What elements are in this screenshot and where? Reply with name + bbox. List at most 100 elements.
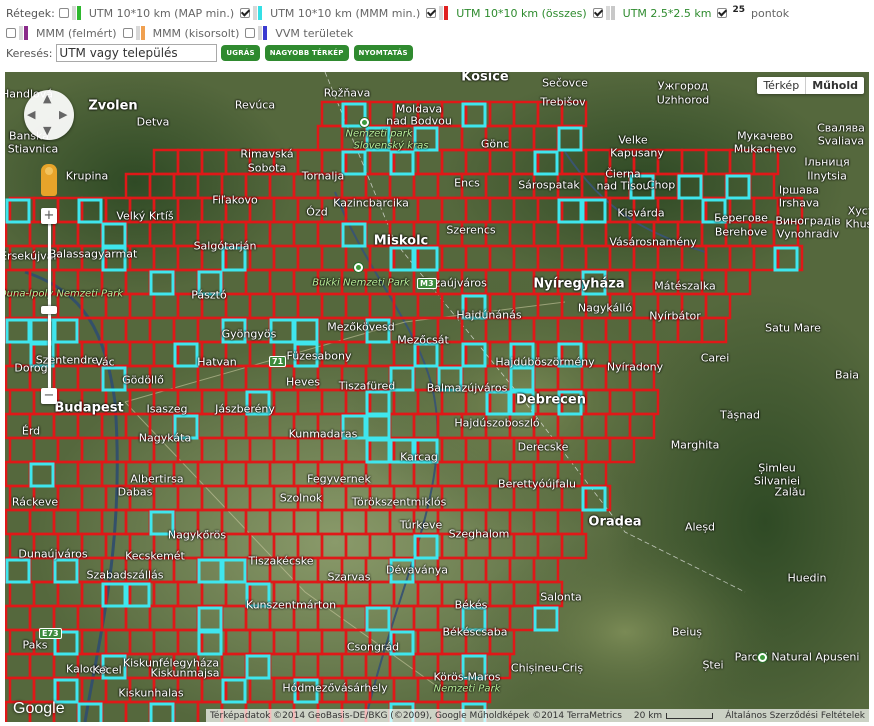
place-label: Zvolen (88, 98, 138, 114)
place-label: Marghita (670, 438, 720, 452)
place-label: Törökszentmiklós (351, 495, 447, 509)
place-label: Kazincbarcika (333, 196, 409, 210)
place-label: Carei (700, 351, 730, 365)
place-label: Košice (461, 72, 509, 85)
place-label: Rožňava (323, 86, 371, 100)
layer-swatch-utm-map (71, 6, 84, 20)
place-label: Szarvas (327, 570, 371, 584)
map-type-map-button[interactable]: Térkép (757, 77, 805, 94)
print-button[interactable]: NYOMTATÁS (353, 45, 413, 61)
layer-checkbox-utm-mmm[interactable] (240, 8, 251, 18)
zoom-out-button[interactable]: − (41, 388, 57, 404)
layer-controls: Rétegek: UTM 10*10 km (MAP min.) UTM 10*… (0, 0, 874, 70)
place-label: Mezőkövesd (327, 320, 395, 334)
layers-label: Rétegek: (6, 6, 55, 20)
place-label: Nagykálló (577, 301, 633, 315)
pan-up-icon[interactable]: ▲ (43, 92, 51, 105)
place-label: Miskolc (373, 233, 429, 249)
place-label: Szeghalom (448, 527, 510, 541)
place-label: Satu Mare (765, 321, 821, 335)
zoom-slider-handle[interactable] (41, 306, 57, 314)
map-type-satellite-button[interactable]: Műhold (805, 77, 864, 94)
place-label: Oradea (588, 514, 642, 530)
place-label: Dunaújváros (18, 547, 88, 561)
layer-checkbox-mmm-drawn[interactable] (122, 28, 133, 38)
layer-checkbox-utm-map[interactable] (58, 8, 69, 18)
jump-button[interactable]: UGRÁS (221, 45, 260, 61)
place-label: Мукачево (737, 129, 793, 143)
place-label: Balmazújváros (426, 381, 508, 395)
place-label: Debrecen (516, 392, 586, 408)
place-label: Berehove (714, 225, 768, 239)
place-label: nad Tisou (596, 179, 650, 193)
place-label: Salonta (540, 590, 582, 604)
scale-bar (666, 712, 714, 719)
place-label: Hatvan (197, 355, 237, 369)
place-label: Nyíregyháza (533, 276, 625, 292)
place-label: Хуст (847, 204, 869, 218)
place-label: Hódmezővásárhely (282, 681, 388, 695)
park-pin-icon[interactable] (353, 262, 364, 273)
terms-link[interactable]: Általános Szerződési Feltételek (725, 711, 865, 721)
layer-swatch-utm-all (439, 6, 451, 20)
map-terrain (5, 72, 869, 722)
map-canvas[interactable]: Košice Zvolen Rožňava Sečovce Ужгород Uzhhoro… (5, 72, 869, 722)
place-label: Sobota (247, 161, 287, 175)
search-row: Keresés: UGRÁS NAGYOBB TÉRKÉP NYOMTATÁS (6, 44, 418, 62)
place-label: Körös-Maros (433, 670, 501, 684)
layer-checkbox-mmm-surveyed[interactable] (6, 28, 16, 38)
place-label: Irshava (778, 196, 820, 210)
place-label: Mátészalka (654, 279, 716, 293)
place-label: Nyíradony (606, 360, 664, 374)
pan-down-icon[interactable]: ▼ (43, 124, 51, 137)
place-label: Ráckeve (11, 495, 59, 509)
map-type-control: Térkép Műhold (757, 77, 864, 94)
park-pin-icon[interactable] (757, 652, 768, 663)
place-label: Kecel (92, 663, 122, 677)
pan-right-icon[interactable]: ▶ (59, 108, 67, 121)
place-label: Slovenský kras (353, 140, 429, 152)
place-label: Nemzeti park (345, 128, 413, 140)
pan-left-icon[interactable]: ◀ (27, 108, 35, 121)
pegman-icon[interactable] (41, 164, 57, 196)
place-label: Nemzeti Park (433, 683, 501, 695)
road-shield-m3: M3 (417, 278, 437, 289)
place-label: Aleșd (684, 520, 716, 534)
layer-checkbox-vvm[interactable] (245, 28, 256, 38)
zoom-in-button[interactable]: + (41, 208, 57, 224)
place-label: Pásztó (191, 288, 227, 302)
place-label: Parcul Natural Apuseni (734, 650, 860, 664)
layer-checkbox-utm-all[interactable] (426, 8, 437, 18)
place-label: Tiszakécske (248, 554, 314, 568)
search-input[interactable] (56, 44, 218, 62)
place-label: Kiskunhalas (118, 686, 184, 700)
layer-checkbox-utm-25[interactable] (592, 8, 603, 18)
bigger-map-button[interactable]: NAGYOBB TÉRKÉP (264, 45, 349, 61)
place-label: Duna-Ipoly Nemzeti Park (5, 288, 124, 300)
layer-label-utm-map: UTM 10*10 km (MAP min.) (88, 6, 235, 20)
place-label: Gödöllő (122, 373, 164, 387)
place-label: Mukachevo (733, 142, 797, 156)
place-label: Sárospatak (518, 178, 580, 192)
place-label: Túrkeve (399, 518, 443, 532)
place-label: Beiuș (671, 625, 703, 639)
layer-label-mmm-surveyed: MMM (felmért) (36, 26, 117, 40)
points-checkbox[interactable] (717, 8, 728, 18)
pan-control[interactable]: ▲ ▼ ◀ ▶ (24, 90, 74, 140)
place-label: Виноградів (775, 214, 841, 228)
place-label: Baia (834, 368, 860, 382)
park-pin-icon[interactable] (359, 117, 370, 128)
layer-label-mmm-drawn: MMM (kisorsolt) (152, 26, 240, 40)
place-label: Chișineu-Criș (510, 661, 584, 675)
place-label: Іршава (778, 183, 820, 197)
place-label: Dévaványa (386, 563, 448, 577)
place-label: nad Bodvou (386, 114, 452, 128)
place-label: Füzesabony (286, 349, 352, 363)
place-label: Ștei (702, 658, 724, 672)
place-label: Iльниця (804, 155, 850, 169)
layer-swatch-mmm-surveyed (19, 26, 31, 40)
place-label: Karcag (400, 450, 438, 464)
place-label: Heves (285, 375, 321, 389)
attribution-text: Térképadatok ©2014 GeoBasis-DE/BKG (©200… (209, 710, 622, 721)
place-label: Vynohradiv (776, 227, 840, 241)
